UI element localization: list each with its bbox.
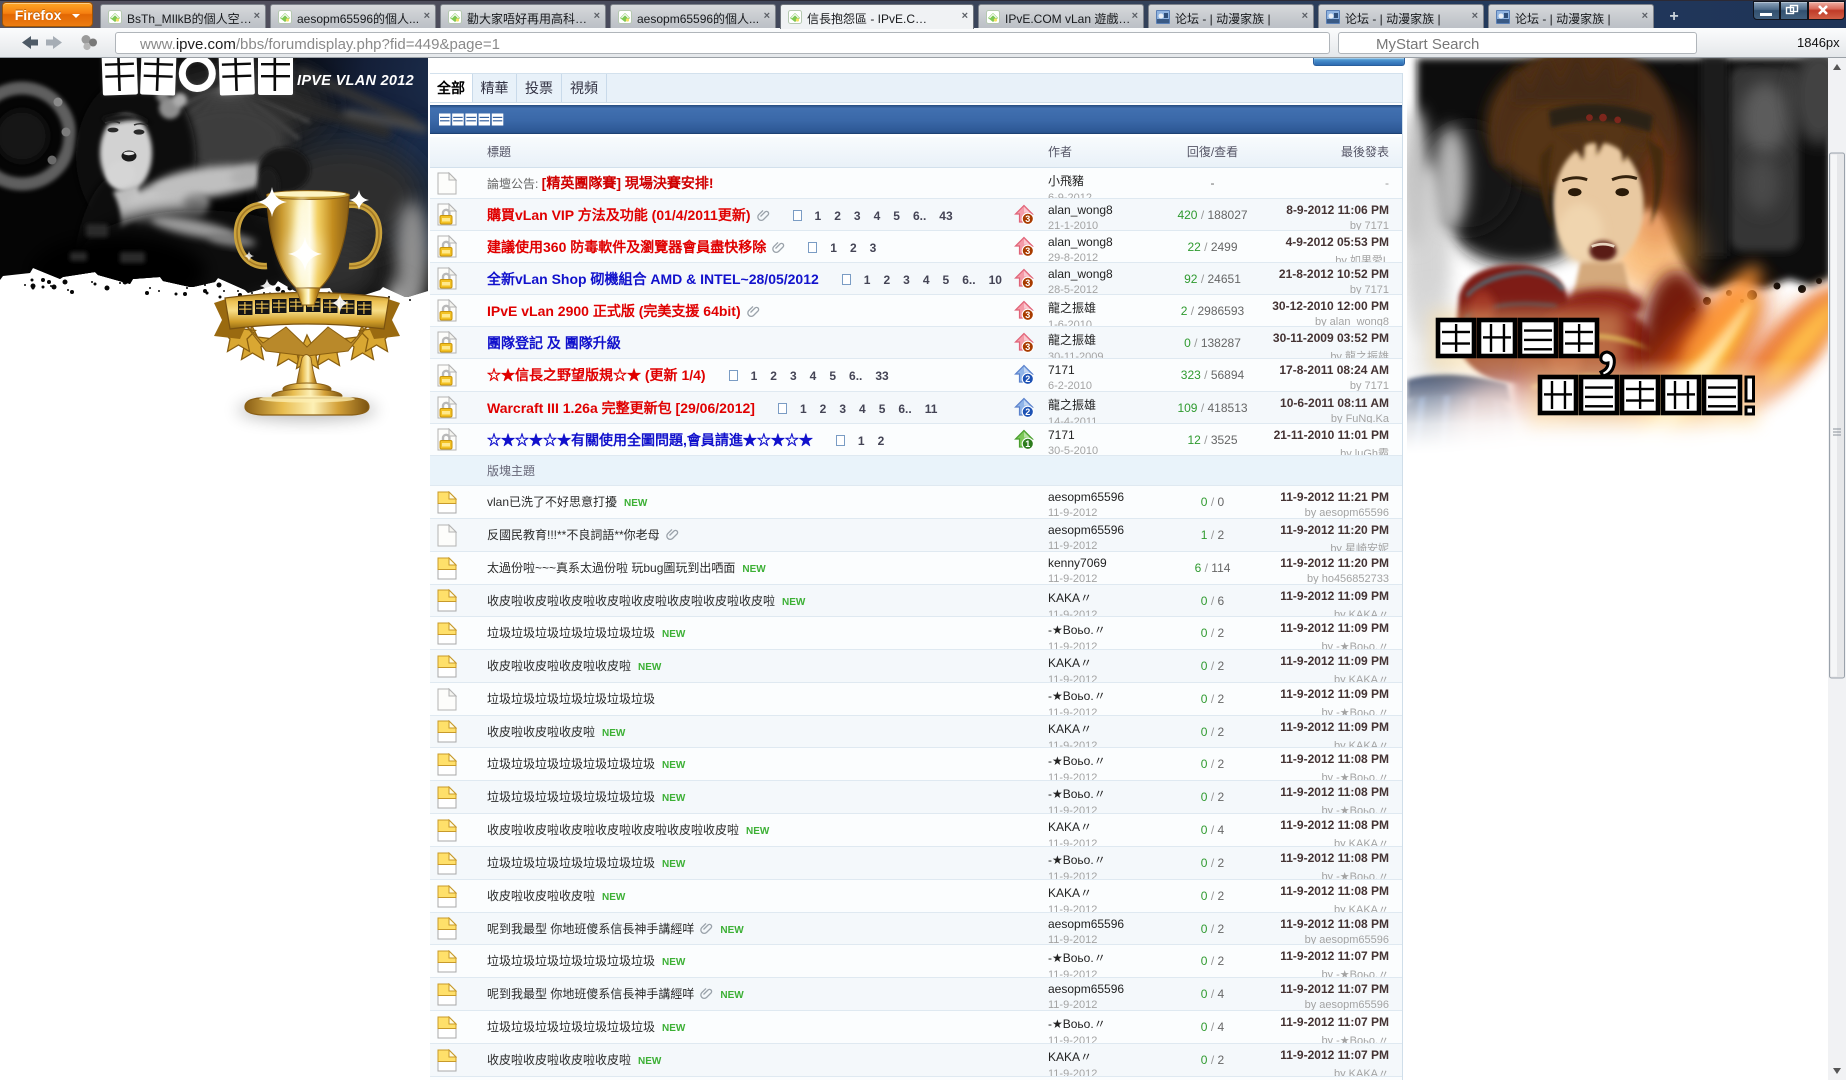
svg-text:2: 2 bbox=[1025, 407, 1030, 417]
svg-text:3: 3 bbox=[1025, 342, 1030, 352]
svg-text:3: 3 bbox=[1025, 214, 1030, 224]
svg-text:1: 1 bbox=[1025, 439, 1030, 449]
svg-text:IPVE VLAN 2012: IPVE VLAN 2012 bbox=[297, 73, 414, 89]
svg-text:3: 3 bbox=[1025, 310, 1030, 320]
svg-text:2: 2 bbox=[1025, 374, 1030, 384]
svg-text:3: 3 bbox=[1025, 246, 1030, 256]
svg-text:3: 3 bbox=[1025, 278, 1030, 288]
